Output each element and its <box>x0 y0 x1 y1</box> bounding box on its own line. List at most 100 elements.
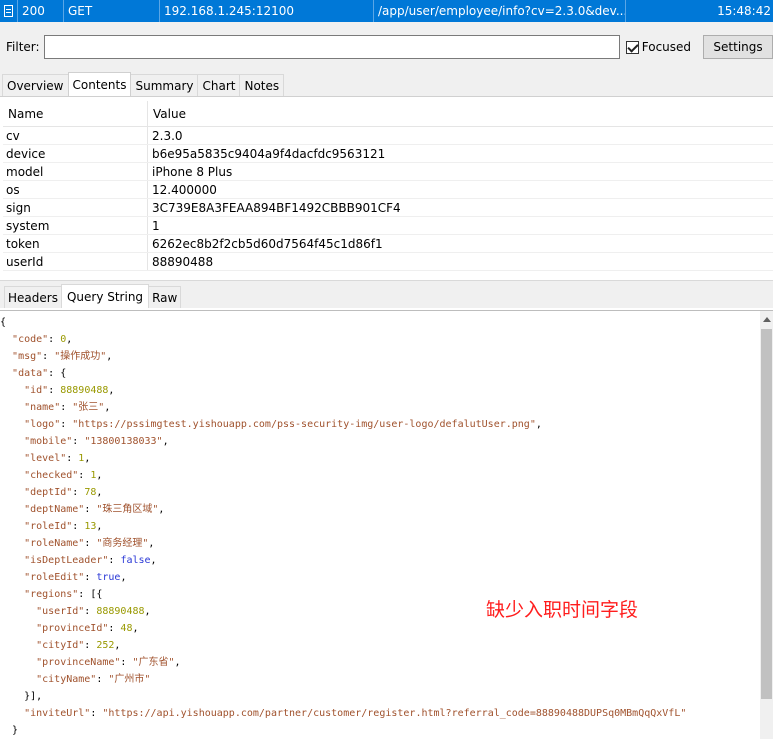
json-token: , <box>162 436 169 447</box>
json-token: : <box>72 436 85 447</box>
json-token: : <box>84 606 97 617</box>
json-line: "mobile": "13800138033", <box>0 433 760 450</box>
json-token: , <box>132 623 139 634</box>
document-icon <box>0 0 18 22</box>
tab-overview[interactable]: Overview <box>2 74 69 96</box>
json-token: , <box>84 453 91 464</box>
json-line: "provinceName": "广东省", <box>0 654 760 671</box>
json-token: "userId" <box>36 606 85 617</box>
table-row[interactable]: userId 88890488 <box>3 253 773 271</box>
table-row[interactable]: token 6262ec8b2f2cb5d60d7564f45c1d86f1 <box>3 235 773 253</box>
filter-input[interactable] <box>43 35 620 59</box>
json-token: : <box>72 487 85 498</box>
scroll-up-arrow-icon[interactable] <box>763 317 771 322</box>
column-header-value[interactable]: Value <box>148 101 773 126</box>
tab-summary[interactable]: Summary <box>130 74 199 96</box>
param-name: userId <box>3 253 148 270</box>
tab-contents[interactable]: Contents <box>67 72 132 96</box>
json-token: "珠三角区域" <box>96 504 159 515</box>
json-token: : <box>84 572 97 583</box>
json-line: "userId": 88890488, <box>0 603 760 620</box>
column-header-name[interactable]: Name <box>3 101 148 126</box>
json-line: "code": 0, <box>0 331 760 348</box>
json-token: 78 <box>84 487 97 498</box>
json-token: , <box>150 555 157 566</box>
table-row[interactable]: sign 3C739E8A3FEAA894BF1492CBBB901CF4 <box>3 199 773 217</box>
json-token: : <box>84 640 97 651</box>
response-json-view[interactable]: { "code": 0, "msg": "操作成功", "data": { "i… <box>0 310 760 739</box>
json-token: "provinceId" <box>36 623 109 634</box>
json-token: : <box>78 470 91 481</box>
json-token: "data" <box>12 368 49 379</box>
json-token: : <box>90 708 103 719</box>
json-token: 48 <box>120 623 133 634</box>
json-token: "level" <box>24 453 67 464</box>
vertical-scrollbar[interactable] <box>760 310 773 739</box>
request-subtabs: Headers Query String Raw <box>4 280 182 308</box>
table-row[interactable]: system 1 <box>3 217 773 235</box>
json-token: , <box>96 521 103 532</box>
json-token: "https://pssimgtest.yishouapp.com/pss-se… <box>72 419 536 430</box>
subtab-raw[interactable]: Raw <box>148 286 182 308</box>
tab-chart[interactable]: Chart <box>197 74 241 96</box>
json-token: : <box>48 385 61 396</box>
param-name: os <box>3 181 148 198</box>
json-token: "msg" <box>12 351 43 362</box>
json-line: } <box>0 722 760 739</box>
param-name: token <box>3 235 148 252</box>
contents-panel: Name Value cv 2.3.0 device b6e95a5835c9404a… <box>0 96 773 739</box>
json-line: "roleId": 13, <box>0 518 760 535</box>
annotation-text: 缺少入职时间字段 <box>486 599 639 621</box>
url-path: /app/user/employee/info?cv=2.3.0&dev... <box>374 0 626 22</box>
json-token: , <box>144 606 151 617</box>
table-row[interactable]: device b6e95a5835c9404a9f4dacfdc9563121 <box>3 145 773 163</box>
query-grid: Name Value cv 2.3.0 device b6e95a5835c9404a… <box>3 101 773 271</box>
subtab-headers[interactable]: Headers <box>4 286 62 308</box>
json-token: "广州市" <box>108 674 151 685</box>
json-token: false <box>120 555 151 566</box>
json-line: "checked": 1, <box>0 467 760 484</box>
table-row[interactable]: model iPhone 8 Plus <box>3 163 773 181</box>
json-token: "isDeptLeader" <box>24 555 109 566</box>
json-token: "cityName" <box>36 674 97 685</box>
json-token: : <box>108 555 121 566</box>
scrollbar-thumb[interactable] <box>761 329 772 699</box>
table-row[interactable]: os 12.400000 <box>3 181 773 199</box>
json-line: "cityId": 252, <box>0 637 760 654</box>
filter-bar: Filter: Focused Settings <box>0 32 773 62</box>
param-value: b6e95a5835c9404a9f4dacfdc9563121 <box>152 146 386 161</box>
json-token: "cityId" <box>36 640 85 651</box>
json-token: , <box>96 470 103 481</box>
json-token: , <box>106 351 113 362</box>
focused-checkbox[interactable] <box>625 40 639 54</box>
grid-header: Name Value <box>3 101 773 127</box>
subtab-query-string[interactable]: Query String <box>60 284 150 308</box>
param-value: 2.3.0 <box>152 128 183 143</box>
json-token: : <box>48 334 61 345</box>
table-row[interactable]: cv 2.3.0 <box>3 127 773 145</box>
tab-notes[interactable]: Notes <box>239 74 285 96</box>
method: GET <box>64 0 160 22</box>
timestamp: 15:48:42 <box>717 4 771 18</box>
param-name: cv <box>3 127 148 144</box>
focused-toggle[interactable]: Focused <box>625 40 691 54</box>
json-token: "deptId" <box>24 487 73 498</box>
settings-button[interactable]: Settings <box>703 35 773 59</box>
json-token: 88890488 <box>60 385 109 396</box>
json-token: , <box>104 402 111 413</box>
json-token: "deptName" <box>24 504 85 515</box>
json-line: { <box>0 314 760 331</box>
json-body: { "code": 0, "msg": "操作成功", "data": { "i… <box>0 311 760 739</box>
json-line: "regions": [{ <box>0 586 760 603</box>
session-row-selected[interactable]: 200 GET 192.168.1.245:12100 /app/user/em… <box>0 0 773 22</box>
json-token: "张三" <box>72 402 105 413</box>
